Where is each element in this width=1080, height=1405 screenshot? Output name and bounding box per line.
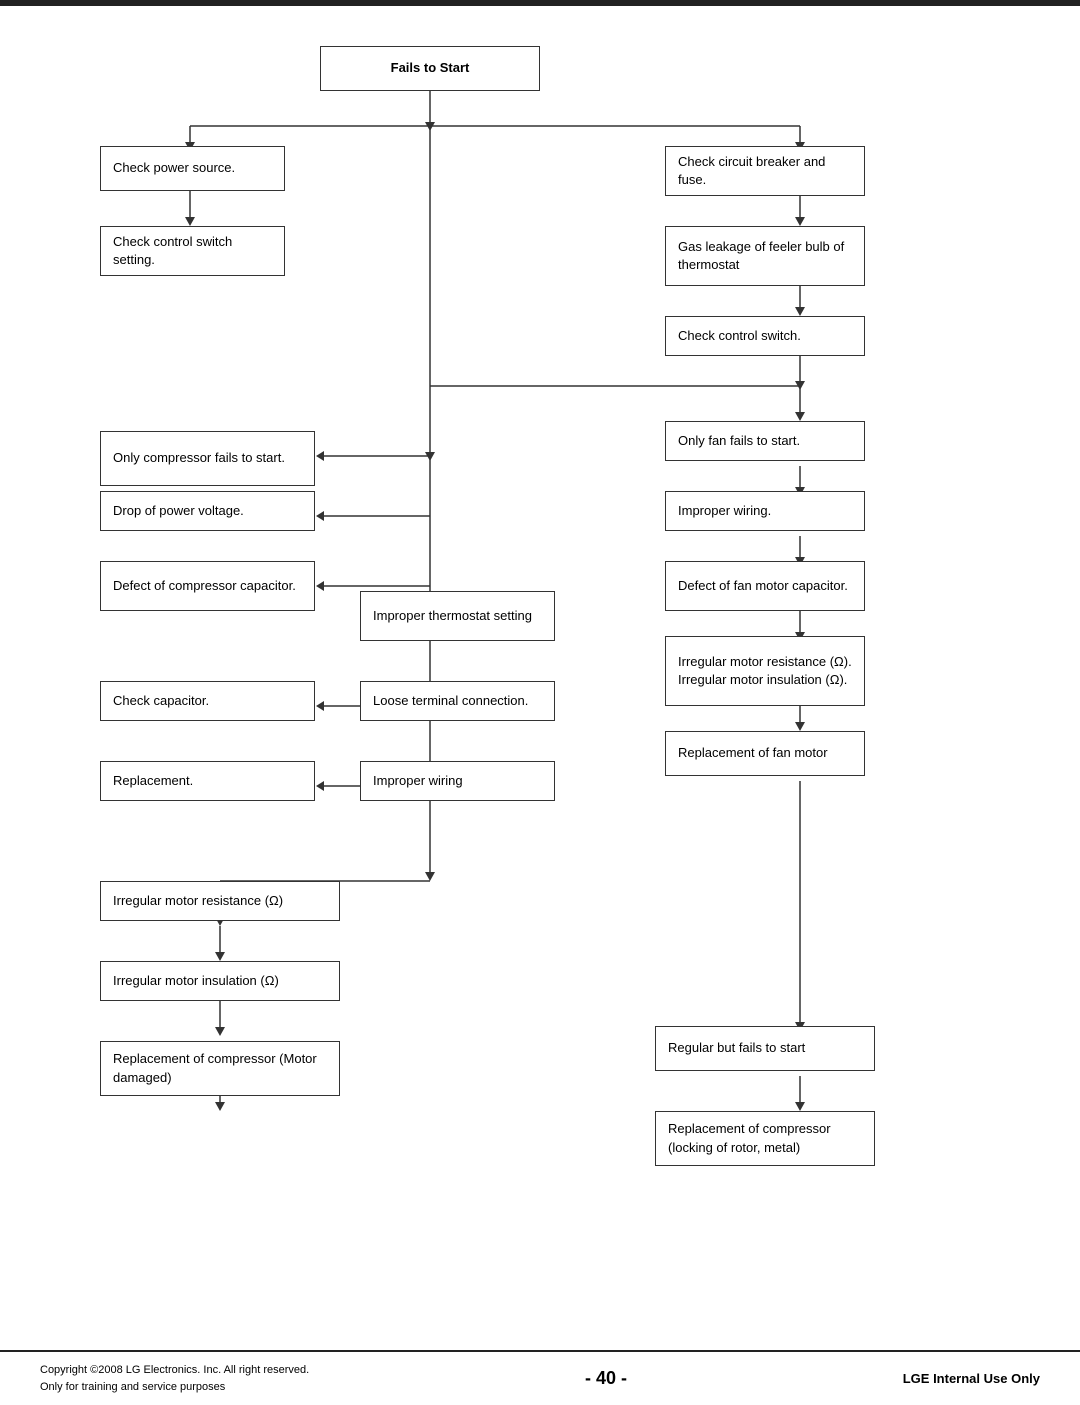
replacement-fan-motor-label: Replacement of fan motor [678,744,828,762]
defect-compressor-cap-label: Defect of compressor capacitor. [113,577,296,595]
improper-thermostat-box: Improper thermostat setting [360,591,555,641]
replacement-compressor-left-box: Replacement of compressor (Motor damaged… [100,1041,340,1096]
check-capacitor-label: Check capacitor. [113,692,209,710]
replacement-box: Replacement. [100,761,315,801]
irregular-motor-ins-left-box: Irregular motor insulation (Ω) [100,961,340,1001]
page: Fails to Start Check power source. Check… [0,0,1080,1405]
check-control-switch-label: Check control switch. [678,327,801,345]
only-fan-box: Only fan fails to start. [665,421,865,461]
fails-to-start-label: Fails to Start [391,59,470,77]
check-control-switch-setting-label: Check control switch setting. [113,233,272,269]
check-capacitor-box: Check capacitor. [100,681,315,721]
footer-page-number: - 40 - [585,1368,627,1389]
defect-fan-cap-box: Defect of fan motor capacitor. [665,561,865,611]
footer-copyright: Copyright ©2008 LG Electronics. Inc. All… [40,1362,309,1395]
check-circuit-breaker-label: Check circuit breaker and fuse. [678,153,852,189]
improper-wiring-fan-box: Improper wiring. [665,491,865,531]
improper-wiring-mid-label: Improper wiring [373,772,463,790]
irregular-motor-res-left-label: Irregular motor resistance (Ω) [113,892,283,910]
footer: Copyright ©2008 LG Electronics. Inc. All… [0,1350,1080,1405]
check-control-switch-box: Check control switch. [665,316,865,356]
check-circuit-breaker-box: Check circuit breaker and fuse. [665,146,865,196]
only-compressor-box: Only compressor fails to start. [100,431,315,486]
fails-to-start-box: Fails to Start [320,46,540,91]
improper-thermostat-label: Improper thermostat setting [373,607,532,625]
improper-wiring-fan-label: Improper wiring. [678,502,771,520]
replacement-fan-motor-box: Replacement of fan motor [665,731,865,776]
check-power-label: Check power source. [113,159,235,177]
replacement-compressor-right-label: Replacement of compressor (locking of ro… [668,1120,862,1156]
defect-compressor-cap-box: Defect of compressor capacitor. [100,561,315,611]
replacement-label: Replacement. [113,772,193,790]
only-compressor-label: Only compressor fails to start. [113,449,285,467]
irregular-motor-res-ins-box: Irregular motor resistance (Ω). Irregula… [665,636,865,706]
irregular-motor-ins-left-label: Irregular motor insulation (Ω) [113,972,279,990]
loose-terminal-label: Loose terminal connection. [373,692,528,710]
check-control-switch-setting-box: Check control switch setting. [100,226,285,276]
replacement-compressor-left-label: Replacement of compressor (Motor damaged… [113,1050,327,1086]
flowchart: Fails to Start Check power source. Check… [40,26,1040,1306]
footer-company: LGE Internal Use Only [903,1371,1040,1386]
gas-leakage-label: Gas leakage of feeler bulb of thermostat [678,238,852,274]
defect-fan-cap-label: Defect of fan motor capacitor. [678,577,848,595]
only-fan-label: Only fan fails to start. [678,432,800,450]
irregular-motor-res-left-box: Irregular motor resistance (Ω) [100,881,340,921]
improper-wiring-mid-box: Improper wiring [360,761,555,801]
regular-fails-label: Regular but fails to start [668,1039,805,1057]
check-power-box: Check power source. [100,146,285,191]
regular-fails-box: Regular but fails to start [655,1026,875,1071]
content: Fails to Start Check power source. Check… [0,6,1080,1306]
flow-arrows [40,26,1040,1306]
irregular-motor-res-ins-label: Irregular motor resistance (Ω). Irregula… [678,653,852,689]
loose-terminal-box: Loose terminal connection. [360,681,555,721]
gas-leakage-box: Gas leakage of feeler bulb of thermostat [665,226,865,286]
drop-power-box: Drop of power voltage. [100,491,315,531]
replacement-compressor-right-box: Replacement of compressor (locking of ro… [655,1111,875,1166]
drop-power-label: Drop of power voltage. [113,502,244,520]
